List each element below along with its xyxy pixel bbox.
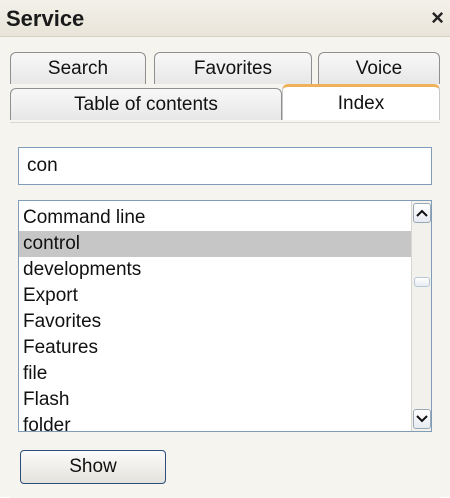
index-content: Command line control developments Export… — [10, 122, 440, 498]
index-list-items: Command line control developments Export… — [19, 205, 413, 431]
list-scrollbar[interactable] — [411, 201, 431, 431]
tab-voice[interactable]: Voice — [318, 52, 440, 84]
tab-search[interactable]: Search — [10, 52, 146, 84]
tab-index[interactable]: Index — [282, 84, 440, 120]
list-item[interactable]: Command line — [19, 205, 413, 231]
tab-row-bottom: Table of contents Index — [10, 84, 440, 120]
tab-favorites[interactable]: Favorites — [154, 52, 312, 84]
service-panel: Service × Search Favorites Voice Table o… — [0, 0, 450, 498]
panel-title: Service — [6, 6, 85, 31]
scroll-thumb[interactable] — [414, 277, 430, 287]
list-item[interactable]: Features — [19, 335, 413, 361]
list-item[interactable]: Export — [19, 283, 413, 309]
chevron-up-icon[interactable] — [413, 203, 431, 223]
chevron-down-icon[interactable] — [413, 409, 431, 429]
title-bar: Service × — [0, 0, 450, 37]
list-item[interactable]: developments — [19, 257, 413, 283]
tab-table-of-contents[interactable]: Table of contents — [10, 88, 282, 120]
show-button[interactable]: Show — [20, 450, 166, 484]
search-input[interactable] — [19, 148, 431, 184]
list-item[interactable]: Flash — [19, 387, 413, 413]
close-icon[interactable]: × — [431, 7, 444, 29]
tab-row-top: Search Favorites Voice — [10, 52, 440, 86]
list-item[interactable]: file — [19, 361, 413, 387]
index-list[interactable]: Command line control developments Export… — [18, 200, 432, 432]
list-item-selected[interactable]: control — [19, 231, 413, 257]
list-item[interactable]: Favorites — [19, 309, 413, 335]
search-box[interactable] — [18, 147, 432, 185]
list-item[interactable]: folder — [19, 413, 413, 431]
